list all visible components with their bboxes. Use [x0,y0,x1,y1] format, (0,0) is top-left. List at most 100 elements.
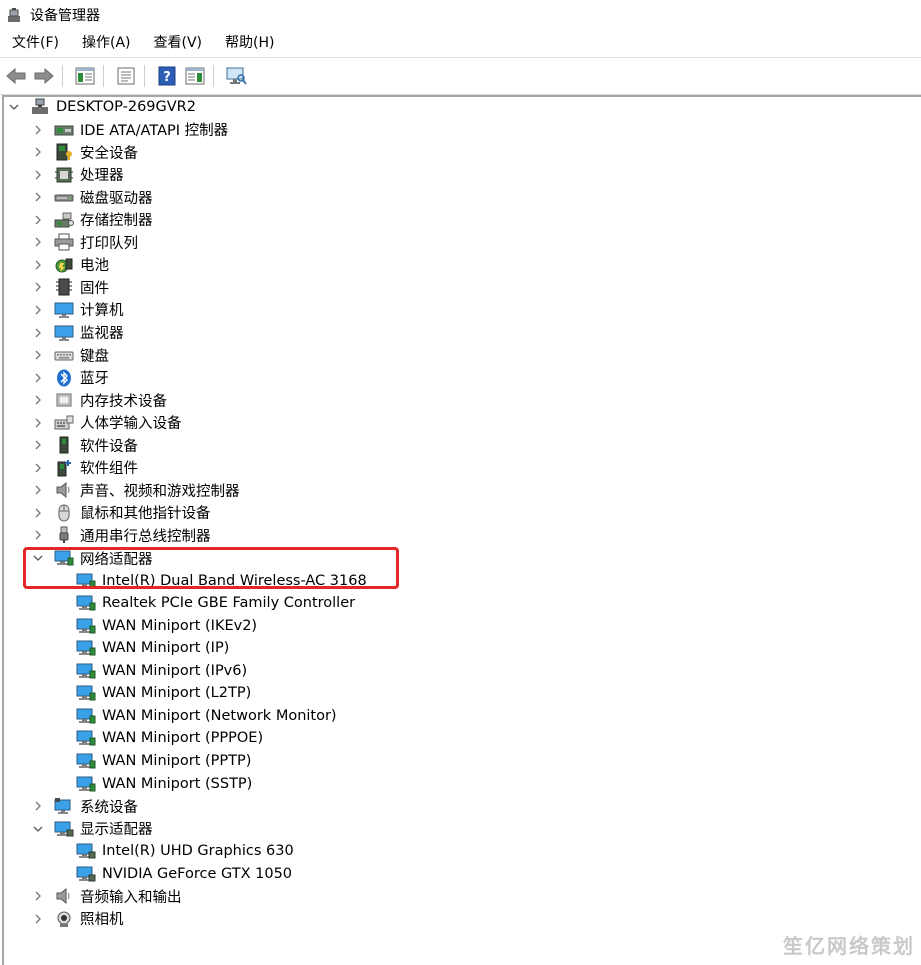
chevron-right-icon[interactable] [32,304,44,316]
tree-category[interactable]: 固件 [32,276,109,298]
tree-item-label: IDE ATA/ATAPI 控制器 [80,123,229,140]
usb-icon [54,526,74,544]
chevron-right-icon[interactable] [32,439,44,451]
network-device-icon [76,729,96,747]
menu-view[interactable]: 查看(V) [142,30,214,56]
chevron-right-icon[interactable] [32,169,44,181]
title-bar: 设备管理器 [0,0,921,30]
tree-category[interactable]: 存储控制器 [32,209,153,231]
menu-file[interactable]: 文件(F) [0,30,70,56]
tree-device[interactable]: WAN Miniport (SSTP) [76,773,252,795]
display-adapter-icon [54,820,74,838]
tree-category[interactable]: 计算机 [32,299,124,321]
chevron-right-icon[interactable] [32,800,44,812]
tree-category[interactable]: IDE ATA/ATAPI 控制器 [32,119,228,141]
chevron-right-icon[interactable] [32,417,44,429]
tree-category[interactable]: 监视器 [32,322,124,344]
tree-category[interactable]: 软件设备 [32,434,138,456]
memory-device-icon [54,391,74,409]
chevron-right-icon[interactable] [32,327,44,339]
tree-category[interactable]: 通用串行总线控制器 [32,524,211,546]
network-device-icon [76,639,96,657]
tree-category[interactable]: 蓝牙 [32,367,109,389]
tree-category[interactable]: 电池 [32,254,109,276]
tree-device[interactable]: Intel(R) UHD Graphics 630 [76,840,294,862]
tree-category[interactable]: 鼠标和其他指针设备 [32,502,211,524]
menu-action[interactable]: 操作(A) [70,30,142,56]
forward-button[interactable] [32,64,56,88]
tree-item-label: 存储控制器 [80,213,153,230]
chevron-right-icon[interactable] [32,913,44,925]
chevron-right-icon[interactable] [32,259,44,271]
tree-root[interactable]: DESKTOP-269GVR2 [8,96,196,118]
tree-category[interactable]: 打印队列 [32,231,138,253]
tree-category[interactable]: 系统设备 [32,795,138,817]
chevron-right-icon[interactable] [32,394,44,406]
forward-arrow-icon [34,68,54,84]
processor-icon [54,166,74,184]
bluetooth-icon [54,369,74,387]
tree-category[interactable]: 键盘 [32,344,109,366]
chevron-down-icon[interactable] [8,101,20,113]
tree-category[interactable]: 音频输入和输出 [32,885,182,907]
tree-device[interactable]: Realtek PCIe GBE Family Controller [76,592,355,614]
tree-device[interactable]: WAN Miniport (Network Monitor) [76,705,337,727]
chevron-down-icon[interactable] [32,823,44,835]
tree-item-label: WAN Miniport (SSTP) [102,775,253,792]
show-hide-tree-button[interactable] [73,64,97,88]
tree-item-label: 声音、视频和游戏控制器 [80,483,240,500]
tree-device[interactable]: WAN Miniport (IKEv2) [76,615,257,637]
chevron-right-icon[interactable] [32,529,44,541]
tree-item-label: Intel(R) UHD Graphics 630 [102,843,294,860]
tree-category[interactable]: 磁盘驱动器 [32,186,153,208]
tree-item-label: 键盘 [80,348,109,365]
tree-category[interactable]: 软件组件 [32,457,138,479]
tree-item-label: 系统设备 [80,799,138,816]
tree-device[interactable]: WAN Miniport (PPTP) [76,750,251,772]
tree-category[interactable]: 人体学输入设备 [32,412,182,434]
chevron-right-icon[interactable] [32,146,44,158]
action-pane-button[interactable] [183,64,207,88]
properties-button[interactable] [114,64,138,88]
tree-item-label: 软件设备 [80,438,138,455]
firmware-icon [54,278,74,296]
tree-item-label: WAN Miniport (Network Monitor) [102,707,337,724]
network-device-icon [76,684,96,702]
tree-device[interactable]: WAN Miniport (L2TP) [76,682,251,704]
tree-item-label: 蓝牙 [80,371,109,388]
tree-category[interactable]: 声音、视频和游戏控制器 [32,479,240,501]
chevron-right-icon[interactable] [32,462,44,474]
sound-icon [54,481,74,499]
tree-category[interactable]: 内存技术设备 [32,389,167,411]
tree-item-label: 人体学输入设备 [80,416,182,433]
tree-category[interactable]: 显示适配器 [32,818,153,840]
back-button[interactable] [4,64,28,88]
chevron-right-icon[interactable] [32,281,44,293]
tree-category[interactable]: 照相机 [32,908,124,930]
mouse-icon [54,504,74,522]
scan-monitor-icon [226,67,247,85]
help-button[interactable]: ? [155,64,179,88]
tree-device[interactable]: NVIDIA GeForce GTX 1050 [76,863,292,885]
tree-item-label: WAN Miniport (IP) [102,640,230,657]
chevron-right-icon[interactable] [32,507,44,519]
tree-device[interactable]: WAN Miniport (IP) [76,637,229,659]
chevron-right-icon[interactable] [32,890,44,902]
software-component-icon [54,459,74,477]
scan-hardware-button[interactable] [224,64,248,88]
chevron-right-icon[interactable] [32,236,44,248]
chevron-right-icon[interactable] [32,191,44,203]
tree-device[interactable]: WAN Miniport (IPv6) [76,660,247,682]
chevron-right-icon[interactable] [32,372,44,384]
menu-help[interactable]: 帮助(H) [213,30,285,56]
chevron-right-icon[interactable] [32,484,44,496]
printer-icon [54,233,74,251]
chevron-right-icon[interactable] [32,349,44,361]
tree-device[interactable]: WAN Miniport (PPPOE) [76,727,263,749]
chevron-right-icon[interactable] [32,214,44,226]
chevron-right-icon[interactable] [32,124,44,136]
network-device-icon [76,662,96,680]
back-arrow-icon [6,68,26,84]
tree-category[interactable]: 处理器 [32,164,124,186]
tree-category[interactable]: 安全设备 [32,141,138,163]
